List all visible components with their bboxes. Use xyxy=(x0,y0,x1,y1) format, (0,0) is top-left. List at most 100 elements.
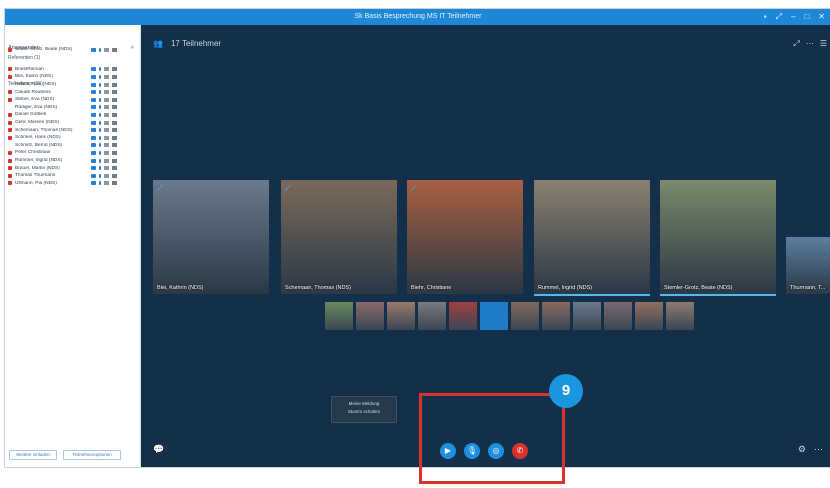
camera-icon[interactable] xyxy=(91,158,96,163)
participant-thumbnail[interactable] xyxy=(635,302,663,330)
layout-icon[interactable]: ☰ xyxy=(820,39,827,49)
participant-thumbnail[interactable] xyxy=(542,302,570,330)
participants-icon[interactable]: 👥 xyxy=(153,39,163,48)
camera-icon[interactable] xyxy=(91,128,96,133)
participant-thumbnail[interactable] xyxy=(604,302,632,330)
window-controls: ▪ ⤢ – □ ✕ xyxy=(764,9,825,25)
mic-icon[interactable] xyxy=(99,97,101,102)
mic-icon[interactable] xyxy=(99,143,101,148)
camera-icon[interactable] xyxy=(91,67,96,72)
participant-row[interactable]: Ullmann, Pia (NDS) xyxy=(5,180,140,188)
video-tile-name: Thurmann, T... xyxy=(790,285,826,291)
participant-row[interactable]: Brauer, Martin (NDS) xyxy=(5,164,140,172)
participant-row[interactable]: Blei, Katrin (NDS) xyxy=(5,73,140,81)
participant-row[interactable]: Claude Reubens xyxy=(5,88,140,96)
annotation-number-badge: 9 xyxy=(549,374,583,408)
participant-row[interactable]: Schmiel, Hans (NDS) xyxy=(5,134,140,142)
video-tile[interactable]: Stemler-Grotz, Beate (NDS) xyxy=(660,180,776,296)
participants-sidebar: Anwesenden ˄ Referenten (1) Teilnehmer (… xyxy=(5,25,141,467)
participant-row[interactable]: Stebel, Eva (NDS) xyxy=(5,96,140,104)
participant-row[interactable]: Thomas Thurmann xyxy=(5,172,140,180)
popup-item-2[interactable]: Stumm schalten xyxy=(332,408,396,416)
participant-thumbnail[interactable] xyxy=(387,302,415,330)
participants-count[interactable]: 17 Teilnehmer xyxy=(171,39,221,48)
fullscreen-icon[interactable]: ⤢ xyxy=(793,39,799,49)
mic-icon[interactable] xyxy=(99,47,101,52)
participant-row[interactable]: Wader-Grotz, Beate (NDS) xyxy=(5,46,140,54)
participant-thumbnail[interactable] xyxy=(356,302,384,330)
camera-icon[interactable] xyxy=(91,120,96,125)
participant-thumbnail[interactable] xyxy=(511,302,539,330)
participant-thumbnail[interactable] xyxy=(480,302,508,330)
camera-icon[interactable] xyxy=(91,47,96,52)
settings-icon[interactable]: ⚙ xyxy=(798,444,806,455)
video-tile[interactable]: ⟋ Blei, Kathrin (NDS) xyxy=(153,180,269,294)
mic-icon[interactable] xyxy=(99,158,101,163)
mic-icon[interactable] xyxy=(99,150,101,155)
phone-icon xyxy=(104,143,109,148)
mic-icon[interactable] xyxy=(99,135,101,140)
pop-out-icon[interactable]: ⤢ xyxy=(776,9,782,25)
participant-options-button[interactable]: Teilnehmeroptionen xyxy=(63,450,121,460)
camera-icon[interactable] xyxy=(91,143,96,148)
status-indicator xyxy=(8,83,12,87)
camera-icon[interactable] xyxy=(91,90,96,95)
camera-icon[interactable] xyxy=(91,97,96,102)
mic-icon[interactable] xyxy=(99,112,101,117)
mic-icon[interactable] xyxy=(99,120,101,125)
mic-icon[interactable] xyxy=(99,90,101,95)
camera-icon[interactable] xyxy=(91,74,96,79)
video-tile[interactable]: Rummel, Ingrid (NDS) xyxy=(534,180,650,296)
chat-icon[interactable]: 💬 xyxy=(153,444,164,455)
participant-row[interactable]: Hillack, Rike (NDS) xyxy=(5,81,140,89)
mic-icon[interactable] xyxy=(99,67,101,72)
participant-row[interactable]: Daniel Gottlieb xyxy=(5,111,140,119)
participant-row[interactable]: Rummel, Ingrid (NDS) xyxy=(5,157,140,165)
mic-icon[interactable] xyxy=(99,82,101,87)
video-tile[interactable]: Thurmann, T... xyxy=(786,237,830,294)
popup-item-1[interactable]: Meine Meldung xyxy=(332,400,396,408)
screen-icon xyxy=(112,135,117,140)
video-tile[interactable]: ⟋ Schemaan, Thomas (NDS) xyxy=(281,180,397,294)
camera-icon[interactable] xyxy=(91,82,96,87)
participant-row[interactable]: Schmitz, Bernd (NDS) xyxy=(5,142,140,150)
participant-thumbnail[interactable] xyxy=(573,302,601,330)
participant-thumbnail[interactable] xyxy=(449,302,477,330)
participant-row[interactable]: Bries/Rieman xyxy=(5,66,140,74)
screen-icon xyxy=(112,166,117,171)
phone-icon xyxy=(104,97,109,102)
participant-thumbnail[interactable] xyxy=(666,302,694,330)
camera-icon[interactable] xyxy=(91,112,96,117)
more-options-icon[interactable]: ⋯ xyxy=(806,39,814,49)
camera-icon[interactable] xyxy=(91,135,96,140)
participant-name: Daniel Gottlieb xyxy=(15,112,47,118)
mic-icon[interactable] xyxy=(99,166,101,171)
mic-icon[interactable] xyxy=(99,105,101,110)
mic-icon[interactable] xyxy=(99,181,101,186)
camera-icon[interactable] xyxy=(91,150,96,155)
invite-more-button[interactable]: Weitere einladen xyxy=(9,450,57,460)
present-icon[interactable]: ▪ xyxy=(764,9,767,25)
close-icon[interactable]: ✕ xyxy=(818,9,825,25)
mic-icon[interactable] xyxy=(99,74,101,79)
more-icon[interactable]: ⋯ xyxy=(814,444,823,455)
camera-icon[interactable] xyxy=(91,181,96,186)
video-tile[interactable]: ⟋ Biehr, Christiane xyxy=(407,180,523,294)
participant-icons xyxy=(91,74,117,79)
mic-icon[interactable] xyxy=(99,173,101,178)
participant-thumbnail[interactable] xyxy=(325,302,353,330)
camera-icon[interactable] xyxy=(91,173,96,178)
phone-icon xyxy=(104,166,109,171)
camera-icon[interactable] xyxy=(91,105,96,110)
participant-row[interactable]: Gehr, Mareen (NDS) xyxy=(5,119,140,127)
participant-icons xyxy=(91,112,117,117)
participant-row[interactable]: Schemaan, Thomas (NDS) xyxy=(5,126,140,134)
mic-icon[interactable] xyxy=(99,128,101,133)
participant-row[interactable]: Peter Christinian xyxy=(5,149,140,157)
window-title: Sk Basis Besprechung MS IT Teilnehmer xyxy=(354,13,482,20)
minimize-icon[interactable]: – xyxy=(791,9,795,25)
participant-thumbnail[interactable] xyxy=(418,302,446,330)
participant-row[interactable]: Rüdiger, Eva (NDS) xyxy=(5,104,140,112)
maximize-icon[interactable]: □ xyxy=(804,9,809,25)
camera-icon[interactable] xyxy=(91,166,96,171)
